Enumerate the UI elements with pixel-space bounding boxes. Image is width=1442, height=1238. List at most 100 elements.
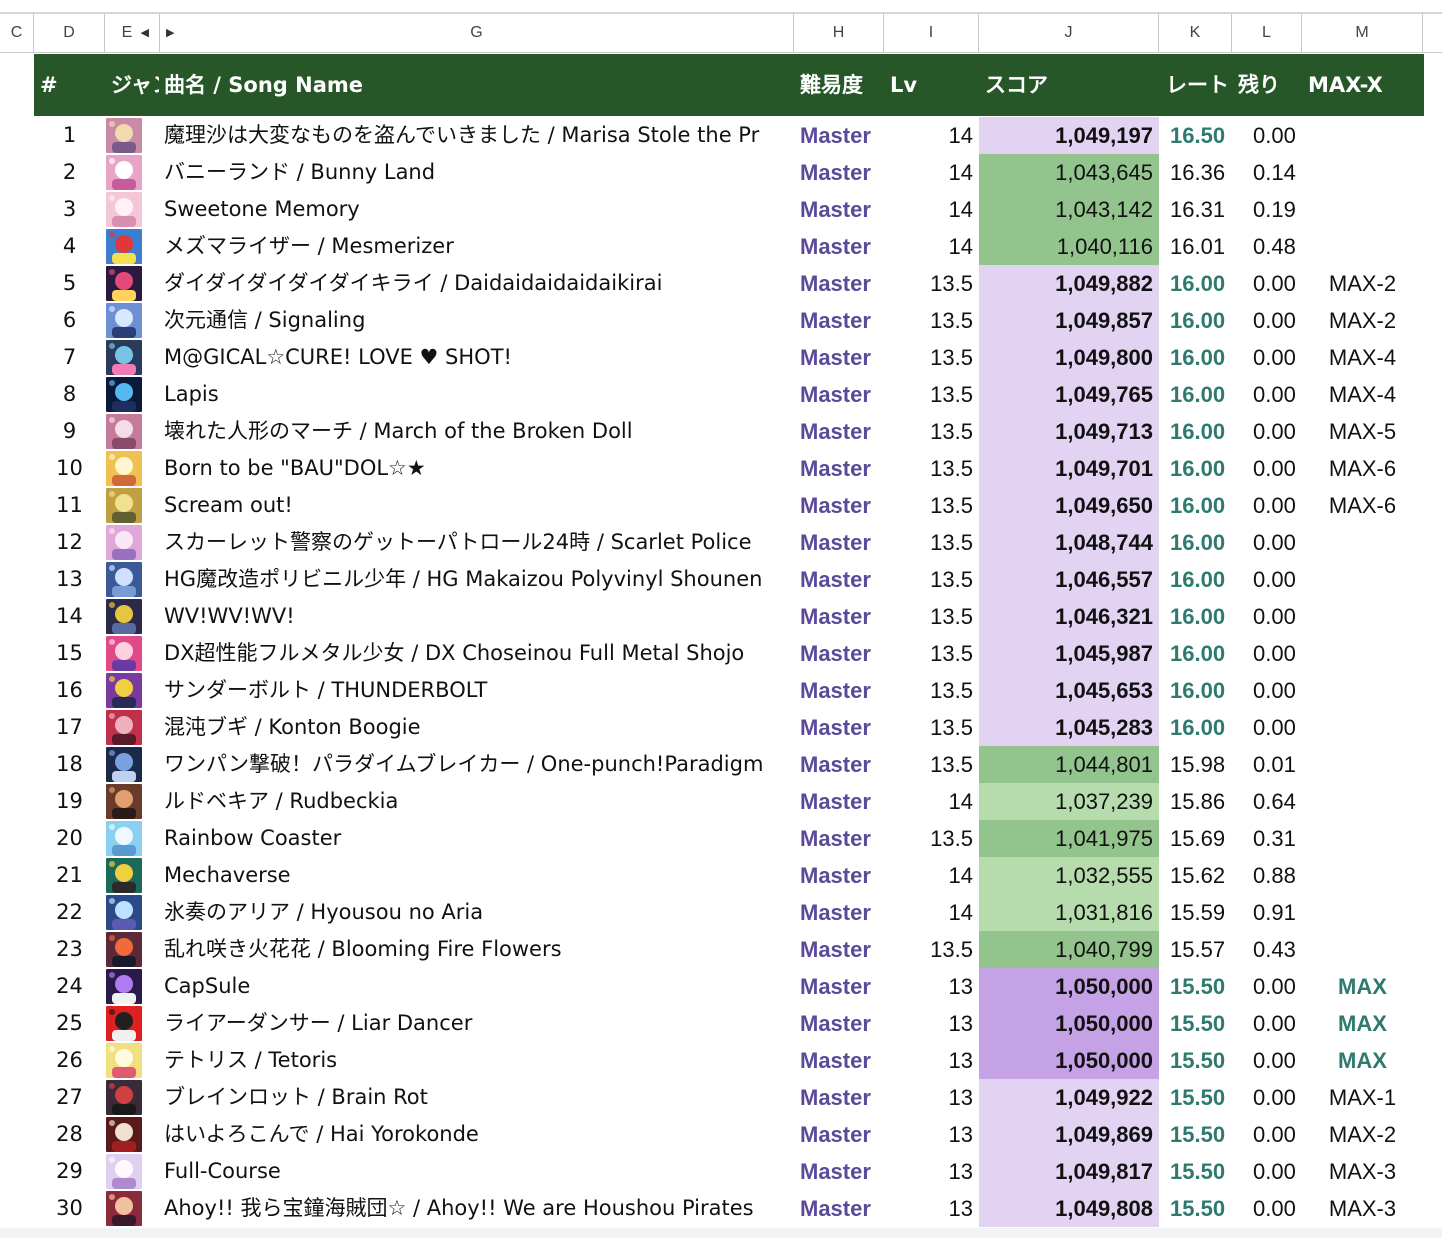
difficulty-cell[interactable]: Master xyxy=(800,746,884,783)
remaining-cell[interactable]: 0.00 xyxy=(1253,1005,1302,1042)
rate-cell[interactable]: 16.00 xyxy=(1170,339,1232,376)
row-number[interactable]: 27 xyxy=(34,1079,105,1116)
max-x-cell[interactable] xyxy=(1302,709,1423,746)
remaining-cell[interactable]: 0.00 xyxy=(1253,968,1302,1005)
rate-cell[interactable]: 16.36 xyxy=(1170,154,1232,191)
difficulty-cell[interactable]: Master xyxy=(800,672,884,709)
row-number[interactable]: 3 xyxy=(34,191,105,228)
difficulty-cell[interactable]: Master xyxy=(800,1005,884,1042)
song-name-cell[interactable]: ルドベキア / Rudbeckia xyxy=(164,783,794,820)
rate-cell[interactable]: 15.50 xyxy=(1170,1116,1232,1153)
row-number[interactable]: 13 xyxy=(34,561,105,598)
max-x-cell[interactable]: MAX-2 xyxy=(1302,265,1423,302)
score-cell[interactable]: 1,049,808 xyxy=(979,1190,1153,1227)
row-number[interactable]: 17 xyxy=(34,709,105,746)
score-cell[interactable]: 1,049,922 xyxy=(979,1079,1153,1116)
level-cell[interactable]: 13.5 xyxy=(884,931,973,968)
column-header-k[interactable]: K xyxy=(1159,14,1232,53)
song-name-cell[interactable]: M@GICAL☆CURE! LOVE ♥ SHOT! xyxy=(164,339,794,376)
row-number[interactable]: 22 xyxy=(34,894,105,931)
rate-cell[interactable]: 16.50 xyxy=(1170,117,1232,154)
level-cell[interactable]: 13.5 xyxy=(884,265,973,302)
difficulty-cell[interactable]: Master xyxy=(800,413,884,450)
song-name-cell[interactable]: 壊れた人形のマーチ / March of the Broken Doll xyxy=(164,413,794,450)
difficulty-cell[interactable]: Master xyxy=(800,450,884,487)
row-number[interactable]: 10 xyxy=(34,450,105,487)
max-x-cell[interactable] xyxy=(1302,746,1423,783)
column-header-m[interactable]: M xyxy=(1302,14,1423,53)
remaining-cell[interactable]: 0.01 xyxy=(1253,746,1302,783)
difficulty-cell[interactable]: Master xyxy=(800,1116,884,1153)
level-cell[interactable]: 14 xyxy=(884,894,973,931)
row-number[interactable]: 9 xyxy=(34,413,105,450)
remaining-cell[interactable]: 0.19 xyxy=(1253,191,1302,228)
rate-cell[interactable]: 15.59 xyxy=(1170,894,1232,931)
max-x-cell[interactable] xyxy=(1302,191,1423,228)
max-x-cell[interactable] xyxy=(1302,820,1423,857)
difficulty-cell[interactable]: Master xyxy=(800,709,884,746)
difficulty-cell[interactable]: Master xyxy=(800,1079,884,1116)
max-x-cell[interactable]: MAX-4 xyxy=(1302,376,1423,413)
remaining-cell[interactable]: 0.00 xyxy=(1253,487,1302,524)
collapse-left-icon[interactable]: ◀ xyxy=(141,26,149,39)
rate-cell[interactable]: 16.00 xyxy=(1170,487,1232,524)
score-cell[interactable]: 1,041,975 xyxy=(979,820,1153,857)
row-number[interactable]: 29 xyxy=(34,1153,105,1190)
level-cell[interactable]: 13.5 xyxy=(884,746,973,783)
song-name-cell[interactable]: バニーランド / Bunny Land xyxy=(164,154,794,191)
score-cell[interactable]: 1,049,817 xyxy=(979,1153,1153,1190)
song-name-cell[interactable]: テトリス / Tetoris xyxy=(164,1042,794,1079)
remaining-cell[interactable]: 0.00 xyxy=(1253,561,1302,598)
score-cell[interactable]: 1,040,116 xyxy=(979,228,1153,265)
rate-cell[interactable]: 15.50 xyxy=(1170,1005,1232,1042)
score-cell[interactable]: 1,049,869 xyxy=(979,1116,1153,1153)
song-name-cell[interactable]: Sweetone Memory xyxy=(164,191,794,228)
max-x-cell[interactable] xyxy=(1302,228,1423,265)
remaining-cell[interactable]: 0.00 xyxy=(1253,598,1302,635)
max-x-cell[interactable] xyxy=(1302,524,1423,561)
difficulty-cell[interactable]: Master xyxy=(800,820,884,857)
max-x-cell[interactable]: MAX-6 xyxy=(1302,487,1423,524)
song-name-cell[interactable]: スカーレット警察のゲットーパトロール24時 / Scarlet Police xyxy=(164,524,794,561)
song-name-cell[interactable]: Rainbow Coaster xyxy=(164,820,794,857)
difficulty-cell[interactable]: Master xyxy=(800,1153,884,1190)
song-name-cell[interactable]: WV!WV!WV! xyxy=(164,598,794,635)
row-number[interactable]: 20 xyxy=(34,820,105,857)
remaining-cell[interactable]: 0.00 xyxy=(1253,635,1302,672)
remaining-cell[interactable]: 0.14 xyxy=(1253,154,1302,191)
score-cell[interactable]: 1,049,800 xyxy=(979,339,1153,376)
difficulty-cell[interactable]: Master xyxy=(800,783,884,820)
rate-cell[interactable]: 16.00 xyxy=(1170,413,1232,450)
remaining-cell[interactable]: 0.88 xyxy=(1253,857,1302,894)
song-name-cell[interactable]: Scream out! xyxy=(164,487,794,524)
rate-cell[interactable]: 16.31 xyxy=(1170,191,1232,228)
column-header-j[interactable]: J xyxy=(979,14,1159,53)
rate-cell[interactable]: 16.01 xyxy=(1170,228,1232,265)
max-x-cell[interactable]: MAX-6 xyxy=(1302,450,1423,487)
rate-cell[interactable]: 16.00 xyxy=(1170,709,1232,746)
max-x-cell[interactable]: MAX xyxy=(1302,968,1423,1005)
song-name-cell[interactable]: ワンパン撃破！パラダイムブレイカー / One-punch!Paradigm xyxy=(164,746,794,783)
rate-cell[interactable]: 15.50 xyxy=(1170,1190,1232,1227)
max-x-cell[interactable]: MAX-3 xyxy=(1302,1153,1423,1190)
score-cell[interactable]: 1,049,650 xyxy=(979,487,1153,524)
rate-cell[interactable]: 15.98 xyxy=(1170,746,1232,783)
row-number[interactable]: 12 xyxy=(34,524,105,561)
row-number[interactable]: 24 xyxy=(34,968,105,1005)
level-cell[interactable]: 14 xyxy=(884,154,973,191)
difficulty-cell[interactable]: Master xyxy=(800,191,884,228)
row-number[interactable]: 26 xyxy=(34,1042,105,1079)
difficulty-cell[interactable]: Master xyxy=(800,154,884,191)
remaining-cell[interactable]: 0.00 xyxy=(1253,1153,1302,1190)
song-name-cell[interactable]: 氷奏のアリア / Hyousou no Aria xyxy=(164,894,794,931)
rate-cell[interactable]: 16.00 xyxy=(1170,524,1232,561)
song-name-cell[interactable]: Born to be "BAU"DOL☆★ xyxy=(164,450,794,487)
remaining-cell[interactable]: 0.00 xyxy=(1253,709,1302,746)
remaining-cell[interactable]: 0.00 xyxy=(1253,524,1302,561)
level-cell[interactable]: 13.5 xyxy=(884,820,973,857)
rate-cell[interactable]: 16.00 xyxy=(1170,635,1232,672)
song-name-cell[interactable]: 次元通信 / Signaling xyxy=(164,302,794,339)
max-x-cell[interactable] xyxy=(1302,635,1423,672)
song-name-cell[interactable]: CapSule xyxy=(164,968,794,1005)
level-cell[interactable]: 14 xyxy=(884,191,973,228)
